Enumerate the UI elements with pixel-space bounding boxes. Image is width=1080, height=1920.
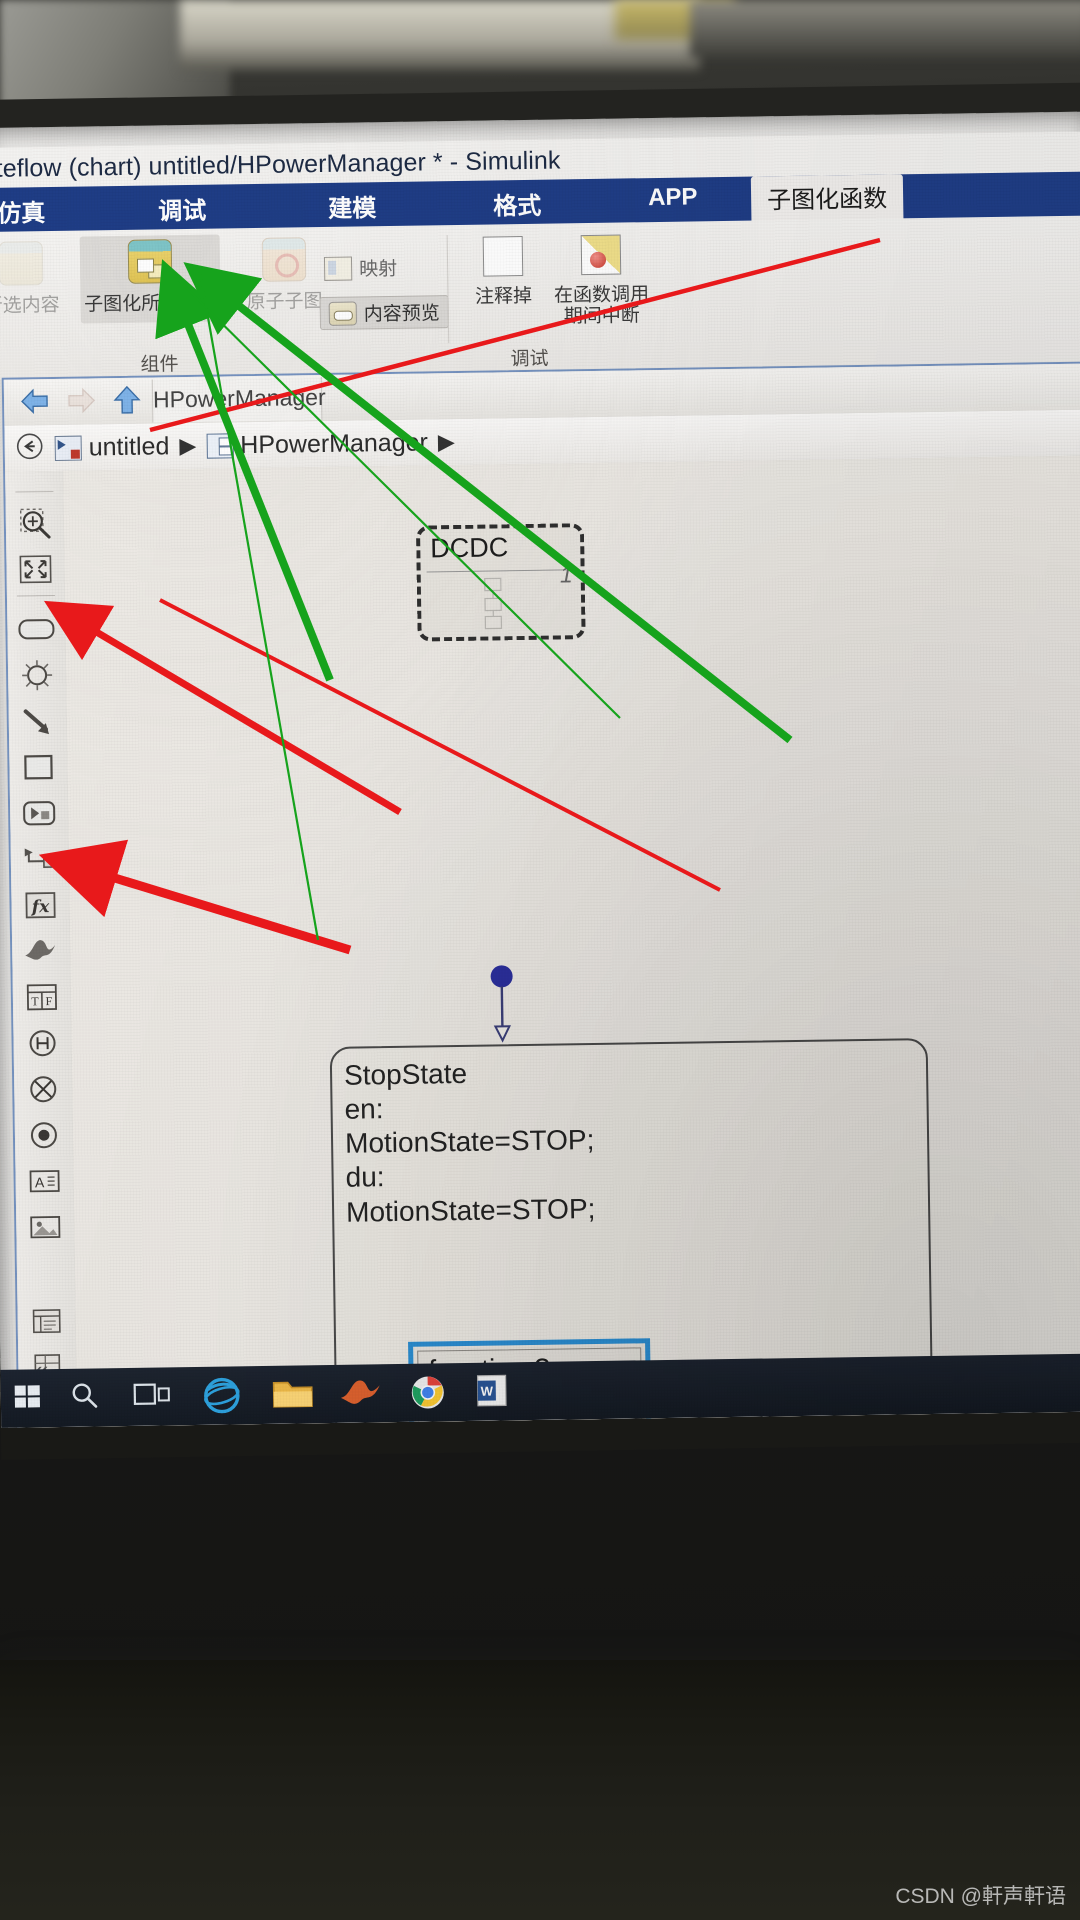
internet-explorer-icon[interactable] xyxy=(198,1372,245,1419)
tab-simulation[interactable]: 仿真 xyxy=(0,193,46,234)
image-annotation-tool[interactable] xyxy=(25,1207,66,1248)
background-wall-right xyxy=(690,0,1080,58)
state-label-text: StopState en: MotionState=STOP; du: Moti… xyxy=(343,1057,596,1228)
tab-debug[interactable]: 调试 xyxy=(158,191,207,232)
model-window: HPowerManager untitled ▶ HPowerManager ▶ xyxy=(1,361,1080,1428)
uncompose-selected-button[interactable]: 所选内容 xyxy=(0,241,77,318)
break-on-function-call-button[interactable]: 在函数调用 期间中断 xyxy=(542,234,661,328)
simulink-function-tool[interactable] xyxy=(20,839,61,880)
tab-format[interactable]: 格式 xyxy=(493,186,542,227)
back-arrow-icon[interactable] xyxy=(18,386,52,417)
subchart-dcdc[interactable]: DCDC 1 xyxy=(415,523,586,642)
ribbon-group-divider xyxy=(446,235,450,344)
svg-text:fx: fx xyxy=(31,897,51,917)
zoom-tool[interactable] xyxy=(15,503,56,544)
model-explorer-button[interactable] xyxy=(26,1301,67,1342)
up-arrow-icon[interactable] xyxy=(110,385,144,416)
subchart-dcdc-label: DCDC xyxy=(430,532,509,564)
watermark: CSDN @軒声軒语 xyxy=(895,1885,1066,1908)
graphical-function-tool[interactable] xyxy=(19,793,60,834)
truth-table-tool[interactable]: T F xyxy=(22,977,63,1018)
atomic-subchart-icon xyxy=(261,237,307,282)
comment-out-button[interactable]: 注释掉 xyxy=(464,235,543,308)
svg-text:T: T xyxy=(31,994,39,1008)
content-preview-label: 内容预览 xyxy=(363,303,440,326)
default-transition[interactable] xyxy=(487,964,513,1043)
map-button[interactable]: 映射 xyxy=(323,254,398,282)
window-title: tateflow (chart) untitled/HPowerManager … xyxy=(0,146,561,184)
forward-arrow-icon[interactable] xyxy=(64,385,98,416)
state-stopstate-label: StopState en: MotionState=STOP; du: Moti… xyxy=(344,1055,596,1229)
file-explorer-icon[interactable] xyxy=(268,1371,317,1418)
uncompose-icon xyxy=(0,241,44,286)
breadcrumb-item-hpowermanager[interactable]: HPowerManager xyxy=(206,428,428,460)
matlab-function-tool[interactable]: fx xyxy=(20,885,61,926)
history-tool[interactable] xyxy=(22,1023,63,1064)
group-label-component: 组件 xyxy=(140,354,179,376)
terminate-junction-tool[interactable] xyxy=(23,1069,64,1110)
breadcrumb-label-untitled: untitled xyxy=(88,431,170,461)
palette-divider-top xyxy=(15,490,54,493)
connective-junction-tool[interactable] xyxy=(24,1115,65,1156)
svg-text:W: W xyxy=(481,1384,494,1399)
subchart-selected-label: 子图化所选内容 xyxy=(83,292,218,316)
content-preview-button[interactable]: 内容预览 xyxy=(319,295,450,331)
subchart-icon xyxy=(127,239,173,284)
stateflow-canvas[interactable]: StopState en: MotionState=STOP; du: Moti… xyxy=(63,455,1080,1428)
box-tool[interactable] xyxy=(18,747,59,788)
annotation-tool[interactable]: A xyxy=(24,1161,65,1202)
chrome-icon[interactable] xyxy=(404,1369,451,1416)
map-label: 映射 xyxy=(358,258,398,281)
subchart-selected-button[interactable]: 子图化所选内容 xyxy=(79,234,221,324)
tab-apps[interactable]: APP xyxy=(648,183,698,224)
uncompose-selected-label: 所选内容 xyxy=(0,294,60,317)
breadcrumb-separator-1: ▶ xyxy=(179,432,197,459)
word-icon[interactable]: W xyxy=(470,1368,515,1415)
svg-text:A: A xyxy=(35,1174,45,1190)
break-on-call-label-1: 在函数调用 xyxy=(553,284,650,307)
content-preview-icon xyxy=(328,300,357,326)
chart-icon xyxy=(206,432,234,459)
break-on-call-label-2: 期间中断 xyxy=(563,305,641,328)
task-view-icon[interactable] xyxy=(128,1373,175,1420)
file-tab-hpowermanager[interactable]: HPowerManager xyxy=(151,376,326,423)
svg-text:F: F xyxy=(46,994,53,1008)
breadcrumb-separator-2: ▶ xyxy=(437,429,455,455)
start-button[interactable] xyxy=(7,1375,50,1422)
state-tool[interactable] xyxy=(16,609,57,650)
matlab-icon[interactable] xyxy=(336,1370,385,1417)
simulink-state-tool[interactable] xyxy=(21,931,62,972)
group-label-debug: 调试 xyxy=(510,348,549,371)
search-icon[interactable] xyxy=(63,1374,106,1421)
palette-divider-1 xyxy=(16,594,55,597)
history-junction-tool[interactable] xyxy=(17,655,58,696)
percent-icon xyxy=(482,235,524,277)
break-icon xyxy=(580,234,622,276)
breadcrumb-back-icon[interactable] xyxy=(5,430,56,466)
monitor-screen: tateflow (chart) untitled/HPowerManager … xyxy=(0,111,1080,1428)
breadcrumb-label-hpowermanager: HPowerManager xyxy=(240,427,429,459)
map-icon xyxy=(323,256,353,281)
fit-to-view-tool[interactable] xyxy=(15,549,56,590)
comment-out-label: 注释掉 xyxy=(474,285,533,308)
breadcrumb-item-untitled[interactable]: untitled xyxy=(54,431,170,463)
model-icon xyxy=(54,435,82,461)
tab-modeling[interactable]: 建模 xyxy=(328,188,377,229)
transition-tool[interactable] xyxy=(18,701,59,742)
ribbon-body: 所选内容 子图化所选内容 原子子图 映射 内容预览 注释掉 在函数调用 期间中断 xyxy=(0,215,1080,380)
